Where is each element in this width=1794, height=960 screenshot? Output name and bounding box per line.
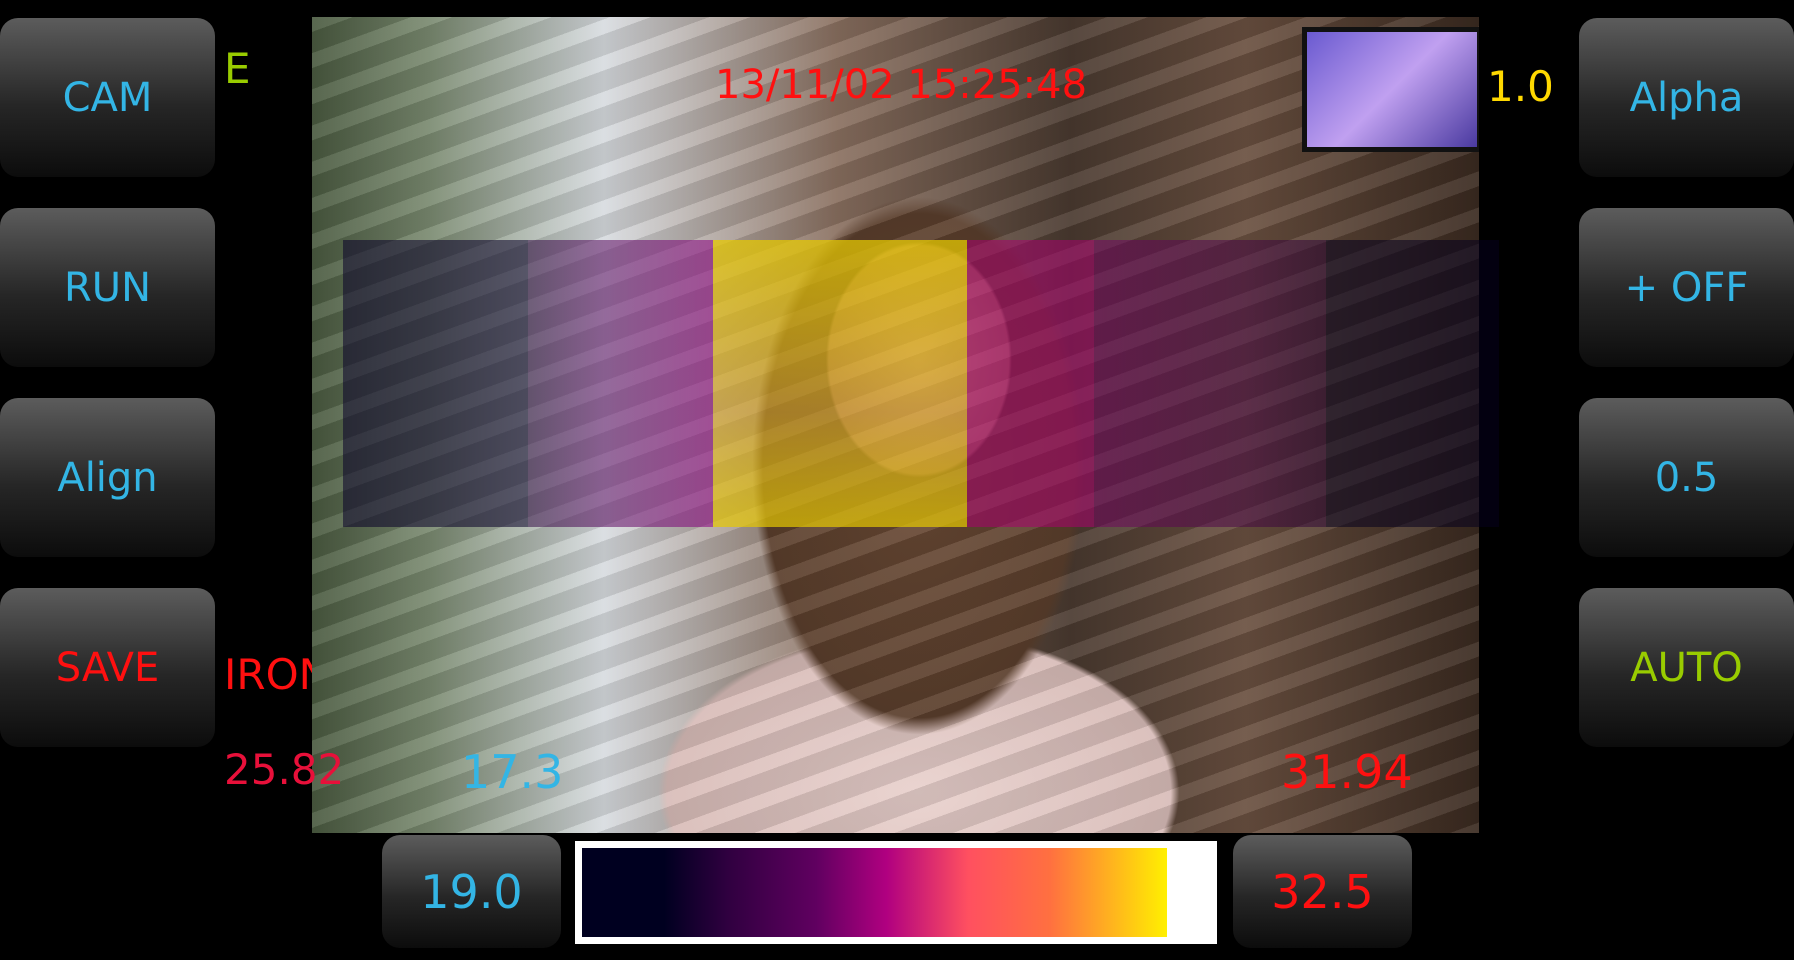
- save-label: SAVE: [55, 644, 160, 691]
- color-scale-bar: [575, 841, 1217, 944]
- alpha-level-button[interactable]: 0.5: [1579, 398, 1794, 557]
- min-temperature: 17.3: [461, 745, 564, 799]
- run-label: RUN: [64, 264, 151, 311]
- mode-indicator: E: [224, 44, 251, 93]
- auto-button[interactable]: AUTO: [1579, 588, 1794, 747]
- scale-max-label: 32.5: [1271, 864, 1374, 919]
- scale-max-button[interactable]: 32.5: [1233, 835, 1412, 948]
- align-button[interactable]: Align: [0, 398, 215, 557]
- alpha-label: Alpha: [1629, 74, 1744, 121]
- camera-image-detail: [1302, 27, 1479, 152]
- align-label: Align: [57, 454, 158, 501]
- alpha-button[interactable]: Alpha: [1579, 18, 1794, 177]
- center-temperature: 25.82: [224, 745, 345, 794]
- offset-toggle-button[interactable]: + OFF: [1579, 208, 1794, 367]
- scale-min-button[interactable]: 19.0: [382, 835, 561, 948]
- max-temperature: 31.94: [1281, 745, 1413, 799]
- scale-min-label: 19.0: [420, 864, 523, 919]
- auto-label: AUTO: [1630, 644, 1743, 691]
- alpha-level-label: 0.5: [1654, 454, 1719, 501]
- offset-label: + OFF: [1624, 264, 1749, 311]
- cam-label: CAM: [62, 74, 153, 121]
- run-button[interactable]: RUN: [0, 208, 215, 367]
- cam-button[interactable]: CAM: [0, 18, 215, 177]
- thermal-overlay: [343, 240, 1499, 527]
- timestamp: 13/11/02 15:25:48: [715, 62, 1088, 108]
- save-button[interactable]: SAVE: [0, 588, 215, 747]
- iron-palette-gradient: [582, 848, 1167, 937]
- alpha-value: 1.0: [1487, 62, 1554, 111]
